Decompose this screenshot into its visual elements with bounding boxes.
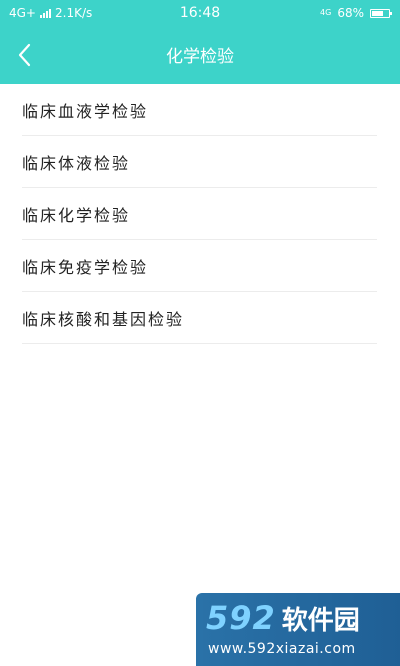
watermark-name: 软件园 — [281, 606, 360, 636]
watermark-brand: 592 软件园 — [206, 599, 360, 637]
list-item-label: 临床体液检验 — [22, 153, 131, 173]
status-bar: 4G+ 2.1K/s 16:48 4G 68% — [0, 0, 400, 26]
header: 4G+ 2.1K/s 16:48 4G 68% 化学检验 — [0, 0, 400, 84]
list-item-immunology[interactable]: 临床免疫学检验 — [22, 240, 377, 292]
list-item-nucleic-acid-gene[interactable]: 临床核酸和基因检验 — [22, 292, 377, 344]
battery-percent: 68% — [337, 6, 364, 20]
network-4g-icon: 4G — [320, 8, 332, 17]
list-item-label: 临床化学检验 — [22, 205, 131, 225]
battery-icon — [370, 8, 392, 18]
watermark-url: www.592xiazai.com — [208, 641, 356, 657]
watermark-logo: 592 软件园 www.592xiazai.com — [196, 593, 400, 666]
nav-bar: 化学检验 — [0, 26, 400, 84]
list-item-hematology[interactable]: 临床血液学检验 — [22, 84, 377, 136]
battery-fill — [372, 10, 383, 16]
list-item-chemistry[interactable]: 临床化学检验 — [22, 188, 377, 240]
watermark-digits: 592 — [206, 599, 276, 637]
category-list: 临床血液学检验 临床体液检验 临床化学检验 临床免疫学检验 临床核酸和基因检验 — [22, 84, 377, 344]
app-screen: 4G+ 2.1K/s 16:48 4G 68% 化学检验 临床血液学检验 临床体… — [0, 0, 400, 666]
list-item-label: 临床核酸和基因检验 — [22, 309, 185, 329]
list-item-label: 临床免疫学检验 — [22, 257, 149, 277]
page-title: 化学检验 — [166, 47, 234, 67]
status-right: 4G 68% — [320, 6, 392, 20]
list-item-label: 临床血液学检验 — [22, 101, 149, 121]
list-item-body-fluid[interactable]: 临床体液检验 — [22, 136, 377, 188]
